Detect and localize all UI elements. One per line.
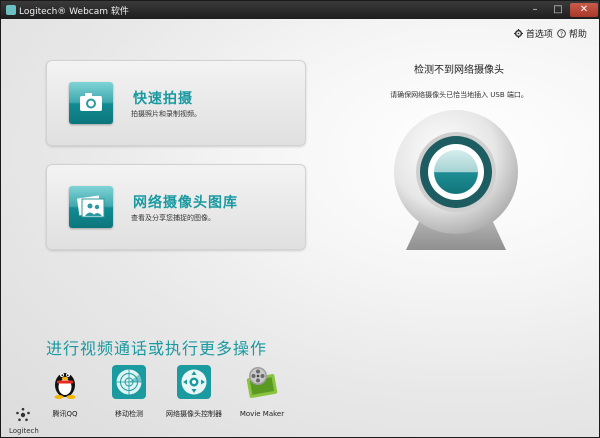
- tool-motion-detect[interactable]: 移动检测: [94, 364, 164, 419]
- webcam-gallery-title: 网络摄像头图库: [133, 195, 238, 211]
- tool-qq[interactable]: 腾讯QQ: [30, 364, 100, 419]
- main-content: 首选项 ? 帮助 快速拍摄 拍摄照片和录制视频。 网络摄像头图库 查看及分享您捕…: [1, 19, 599, 437]
- logitech-logo-text: Logitech: [9, 427, 39, 435]
- svg-text:?: ?: [560, 31, 563, 38]
- app-icon: [6, 5, 16, 15]
- tool-webcam-controller-label: 网络摄像头控制器: [166, 410, 222, 418]
- gear-icon: [514, 29, 523, 38]
- help-circle-icon: ?: [557, 29, 566, 38]
- webcam-gallery-card[interactable]: 网络摄像头图库 查看及分享您捕捉的图像。: [46, 164, 306, 250]
- camera-icon: [80, 93, 102, 111]
- webcam-gallery-subtitle: 查看及分享您捕捉的图像。: [131, 214, 215, 222]
- quick-capture-tile: [69, 82, 113, 124]
- tool-qq-label: 腾讯QQ: [52, 410, 78, 418]
- window-title: Logitech® Webcam 软件: [19, 7, 129, 17]
- film-reel-icon: [246, 367, 278, 398]
- webcam-illustration: [394, 110, 518, 250]
- maximize-button[interactable]: □: [547, 3, 569, 17]
- motion-radar-icon: [112, 365, 146, 399]
- tool-movie-maker[interactable]: Movie Maker: [227, 364, 297, 419]
- tool-webcam-controller[interactable]: 网络摄像头控制器: [159, 364, 229, 419]
- app-window: Logitech® Webcam 软件 – □ ✕ 首选项 ? 帮助 快速拍摄 …: [0, 0, 600, 438]
- minimize-button[interactable]: –: [524, 3, 546, 17]
- quick-capture-title: 快速拍摄: [133, 91, 193, 107]
- quick-capture-card[interactable]: 快速拍摄 拍摄照片和录制视频。: [46, 60, 306, 146]
- photo-gallery-icon: [76, 195, 105, 218]
- tool-movie-maker-label: Movie Maker: [239, 410, 285, 418]
- camera-controller-icon: [177, 365, 211, 399]
- logitech-logo-icon: [16, 407, 30, 422]
- help-label: 帮助: [568, 30, 587, 40]
- webcam-gallery-tile: [69, 186, 113, 228]
- no-webcam-title: 检测不到网络摄像头: [414, 65, 504, 76]
- preferences-label: 首选项: [525, 30, 553, 40]
- preferences-link[interactable]: 首选项: [514, 27, 553, 40]
- title-bar[interactable]: Logitech® Webcam 软件 – □ ✕: [1, 1, 599, 19]
- logitech-logo: Logitech: [9, 407, 39, 435]
- quick-capture-subtitle: 拍摄照片和录制视频。: [131, 110, 201, 118]
- no-webcam-subtitle: 请确保网络摄像头已恰当地插入 USB 端口。: [390, 91, 528, 99]
- help-link[interactable]: ? 帮助: [557, 27, 587, 40]
- qq-penguin-icon: [54, 373, 76, 399]
- more-actions-heading: 进行视频通话或执行更多操作: [46, 339, 268, 358]
- tool-motion-detect-label: 移动检测: [115, 410, 143, 418]
- close-button[interactable]: ✕: [570, 3, 598, 17]
